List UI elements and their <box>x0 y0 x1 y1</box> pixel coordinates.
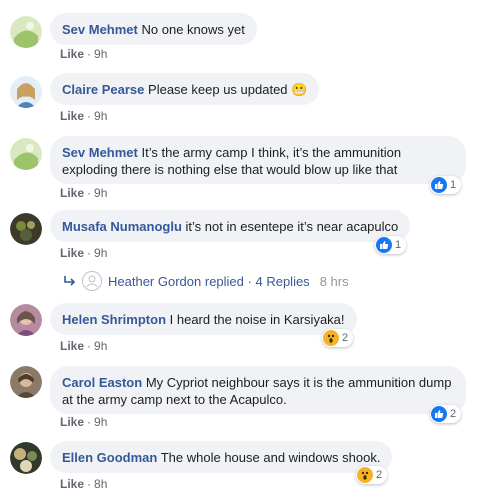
reaction-summary[interactable]: 1 <box>430 176 462 194</box>
comment-bubble: Carol Easton My Cypriot neighbour says i… <box>50 366 466 414</box>
reply-author[interactable]: Heather Gordon <box>108 274 201 289</box>
timestamp[interactable]: 9h <box>94 339 107 353</box>
comment-actions: Like · 9h <box>60 109 107 123</box>
comment-bubble: Musafa Numanoglu it’s not in esentepe it… <box>50 210 411 242</box>
timestamp[interactable]: 9h <box>94 109 107 123</box>
like-button[interactable]: Like <box>60 109 84 123</box>
comment-text-line-1: It’s the army camp I think, it’s the amm… <box>141 145 402 160</box>
comment-bubble: Sev Mehmet No one knows yet <box>50 13 257 45</box>
avatar[interactable] <box>10 76 42 108</box>
separator: · <box>247 273 252 289</box>
reaction-summary[interactable]: 2 <box>356 466 388 484</box>
like-button[interactable]: Like <box>60 186 84 200</box>
author-name[interactable]: Ellen Goodman <box>62 450 157 465</box>
separator: · <box>87 186 92 200</box>
comment-actions: Like · 9h <box>60 186 107 200</box>
grimace-emoji-icon: 😬 <box>291 82 308 97</box>
reply-arrow-icon <box>64 274 76 289</box>
comment-text: Please keep us updated <box>148 82 288 97</box>
like-button[interactable]: Like <box>60 477 84 491</box>
avatar[interactable] <box>10 213 42 245</box>
separator: · <box>87 477 92 491</box>
comment-actions: Like · 9h <box>60 415 107 429</box>
comment-actions: Like · 9h <box>60 339 107 353</box>
author-name[interactable]: Carol Easton <box>62 375 142 390</box>
avatar[interactable] <box>10 138 42 170</box>
like-button[interactable]: Like <box>60 246 84 260</box>
author-name[interactable]: Musafa Numanoglu <box>62 219 182 234</box>
view-replies-link[interactable]: Heather Gordon replied · 4 Replies 8 hrs <box>64 271 349 291</box>
comment-bubble: Claire Pearse Please keep us updated 😬 <box>50 73 320 105</box>
timestamp[interactable]: 9h <box>94 47 107 61</box>
timestamp[interactable]: 9h <box>94 415 107 429</box>
like-button[interactable]: Like <box>60 47 84 61</box>
reply-count[interactable]: 4 Replies <box>255 274 309 289</box>
reaction-count: 1 <box>450 179 457 191</box>
comment-text: I heard the noise in Karsiyaka! <box>169 312 345 327</box>
wow-face-icon <box>357 467 373 483</box>
reaction-summary[interactable]: 2 <box>322 329 354 347</box>
comment-bubble: Ellen Goodman The whole house and window… <box>50 441 393 473</box>
separator: · <box>87 339 92 353</box>
timestamp[interactable]: 8h <box>94 477 107 491</box>
comment-bubble: Helen Shrimpton I heard the noise in Kar… <box>50 303 357 335</box>
replied-label: replied <box>204 273 244 289</box>
comment-text-line-2: at the army camp next to the Acapulco. <box>62 392 287 407</box>
reaction-count: 2 <box>450 408 457 420</box>
avatar[interactable] <box>10 442 42 474</box>
avatar[interactable] <box>10 304 42 336</box>
avatar[interactable] <box>10 366 42 398</box>
comment-text-line-1: My Cypriot neighbour says it is the ammu… <box>145 375 452 390</box>
avatar[interactable] <box>10 16 42 48</box>
reply-avatar-icon <box>82 271 102 291</box>
comment-actions: Like · 9h <box>60 47 107 61</box>
comment-actions: Like · 9h <box>60 246 107 260</box>
thumbs-up-icon <box>376 237 392 253</box>
like-button[interactable]: Like <box>60 415 84 429</box>
like-button[interactable]: Like <box>60 339 84 353</box>
separator: · <box>87 415 92 429</box>
wow-face-icon <box>323 330 339 346</box>
reaction-count: 1 <box>395 239 402 251</box>
timestamp[interactable]: 9h <box>94 246 107 260</box>
reply-time: 8 hrs <box>319 273 349 289</box>
separator: · <box>87 109 92 123</box>
reaction-summary[interactable]: 2 <box>430 405 462 423</box>
comment-text: it’s not in esentepe it’s near acapulco <box>185 219 399 234</box>
reaction-summary[interactable]: 1 <box>375 236 407 254</box>
author-name[interactable]: Sev Mehmet <box>62 145 138 160</box>
comment-bubble: Sev Mehmet It’s the army camp I think, i… <box>50 136 466 184</box>
author-name[interactable]: Sev Mehmet <box>62 22 138 37</box>
separator: · <box>87 246 92 260</box>
comment-text-line-2: exploding there is nothing else that wou… <box>62 162 398 177</box>
comment-text: No one knows yet <box>141 22 245 37</box>
reaction-count: 2 <box>376 469 383 481</box>
reaction-count: 2 <box>342 332 349 344</box>
author-name[interactable]: Helen Shrimpton <box>62 312 166 327</box>
separator: · <box>87 47 92 61</box>
comment-text: The whole house and windows shook. <box>160 450 381 465</box>
timestamp[interactable]: 9h <box>94 186 107 200</box>
thumbs-up-icon <box>431 177 447 193</box>
comment-actions: Like · 8h <box>60 477 107 491</box>
author-name[interactable]: Claire Pearse <box>62 82 144 97</box>
thumbs-up-icon <box>431 406 447 422</box>
